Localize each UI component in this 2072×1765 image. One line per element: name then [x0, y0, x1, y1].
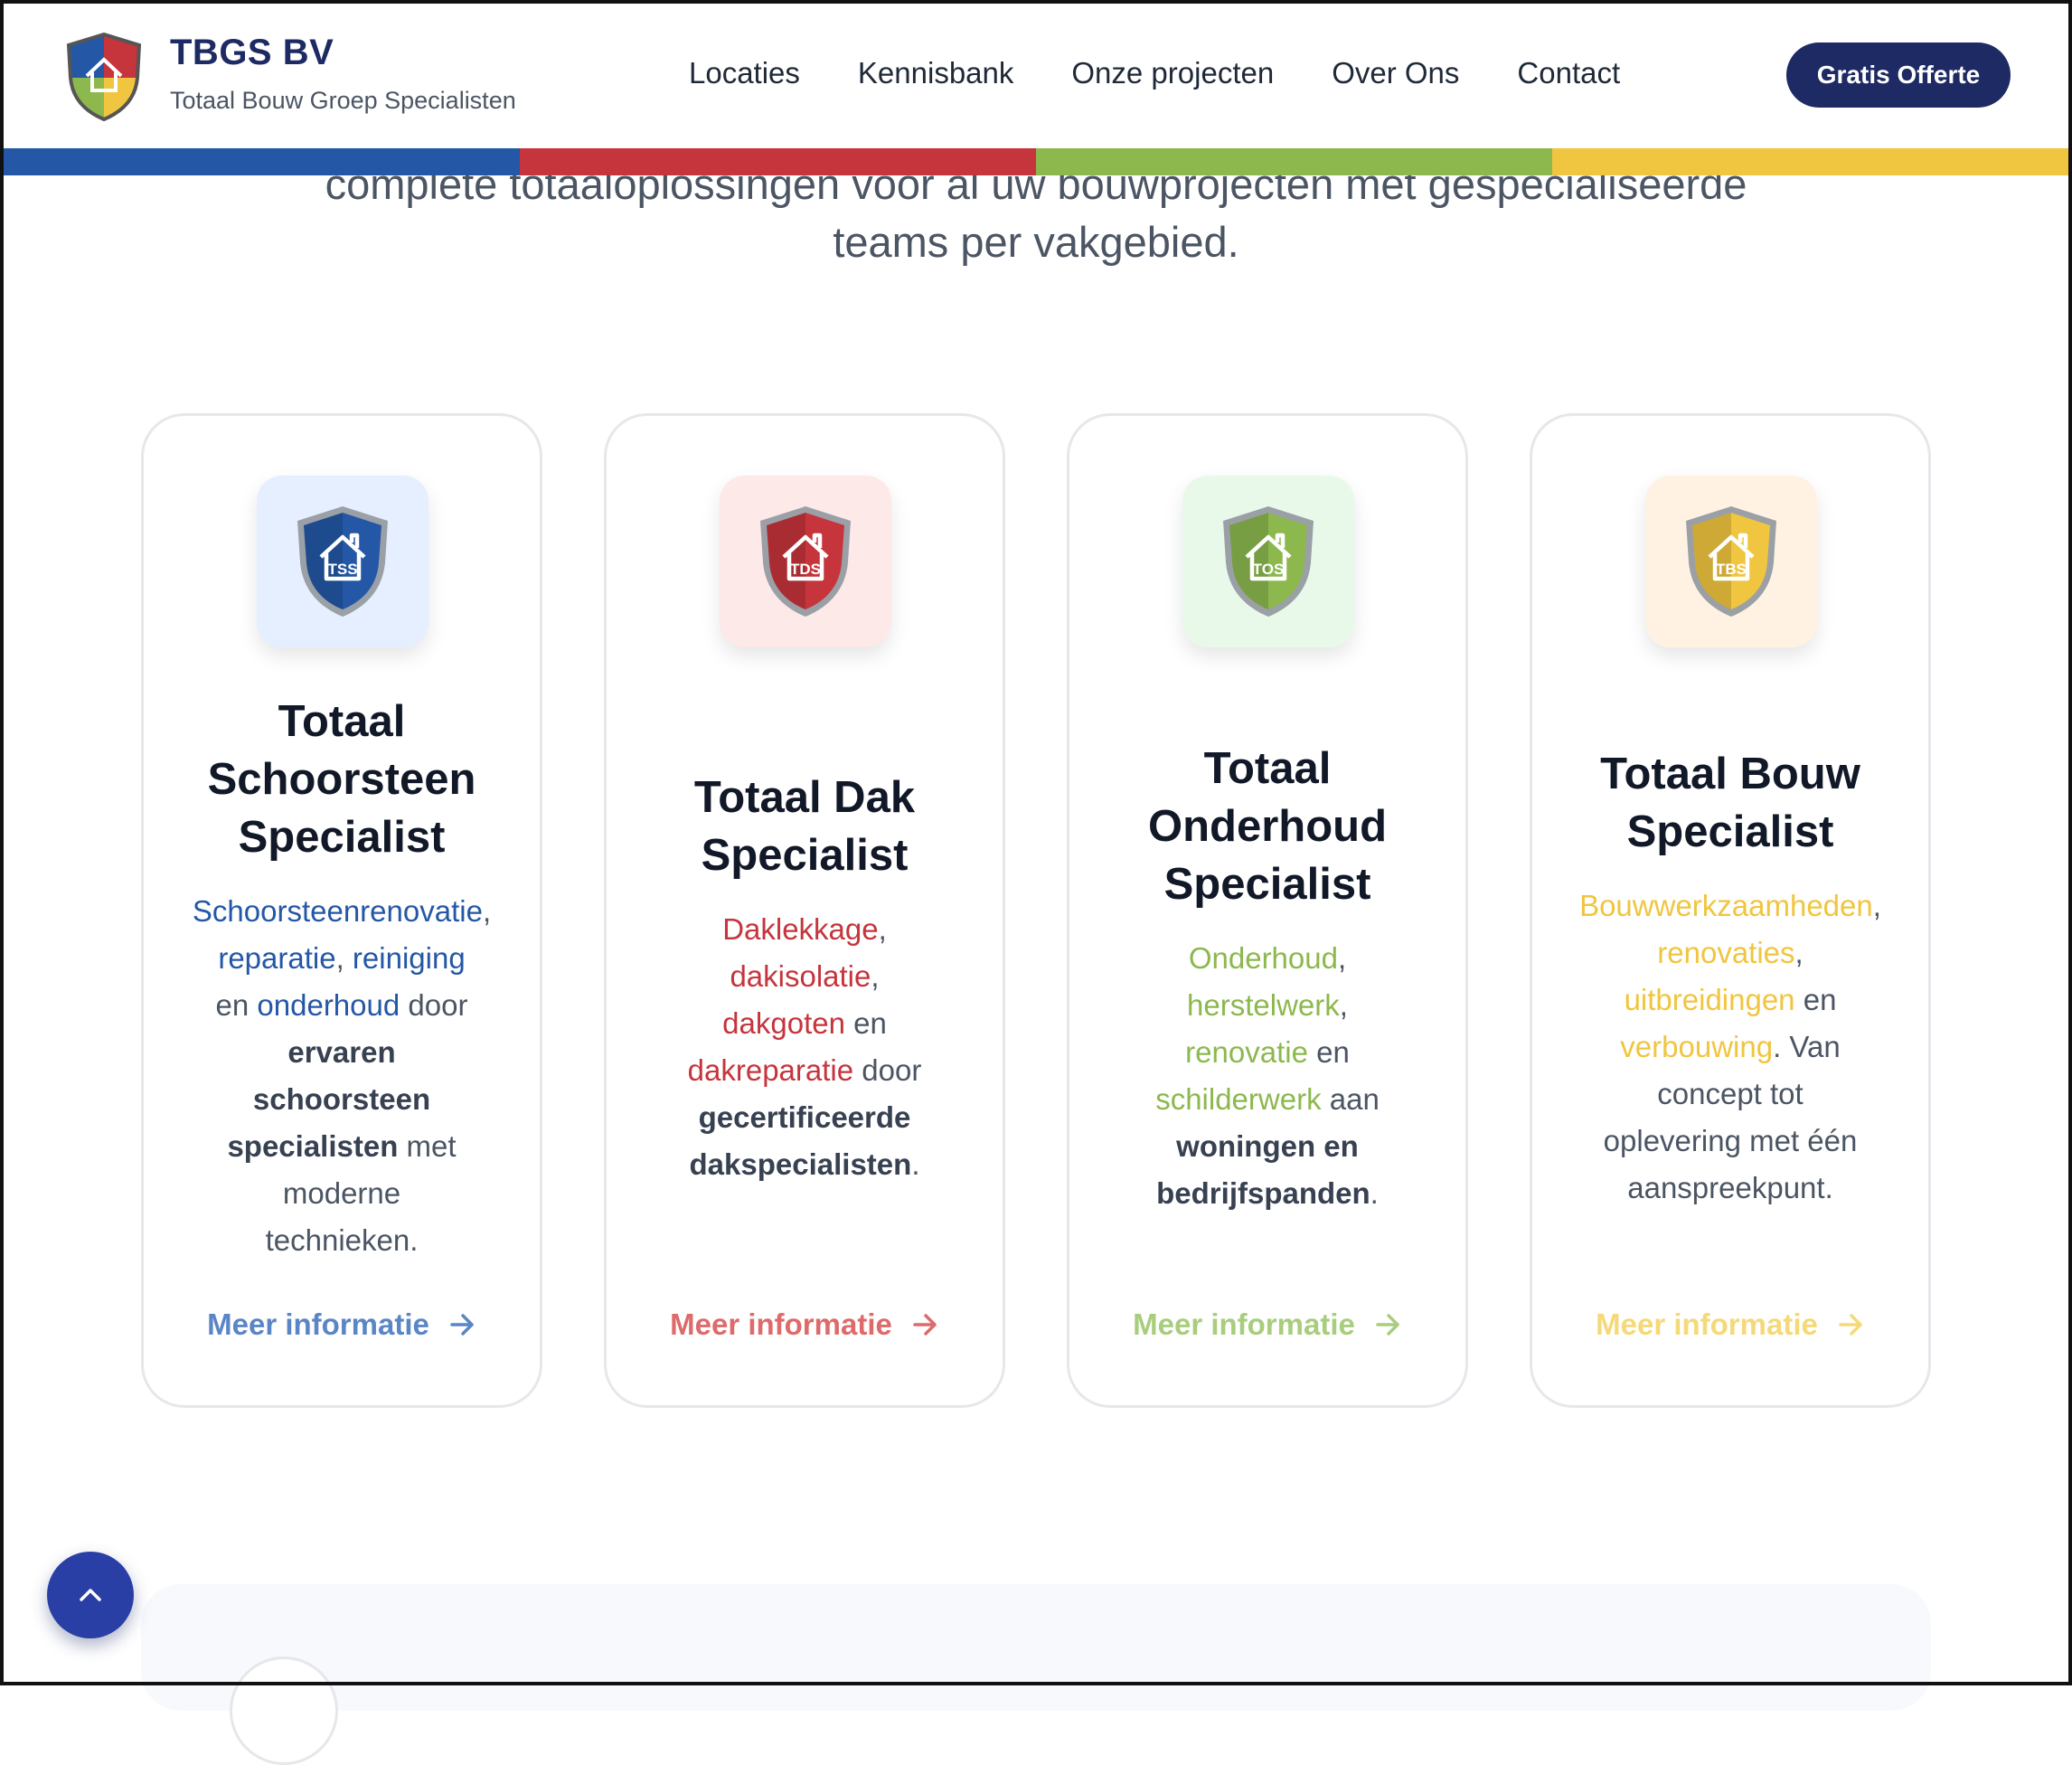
highlighted-term: renovatie	[1185, 1035, 1308, 1069]
tss-shield-icon: TSS	[297, 506, 388, 617]
tbgs-logo-icon[interactable]	[65, 33, 143, 121]
highlighted-term: reparatie	[218, 941, 336, 975]
next-section-panel	[141, 1584, 1931, 1711]
scroll-to-top-button[interactable]	[47, 1552, 134, 1638]
meer-informatie-link[interactable]: Meer informatie	[607, 1307, 1003, 1342]
nav-locaties[interactable]: Locaties	[689, 56, 800, 90]
chevron-up-icon	[80, 1589, 101, 1601]
tbs-shield-icon: TBS	[1686, 506, 1776, 617]
site-header: TBGS BV Totaal Bouw Groep Specialisten L…	[0, 0, 2072, 148]
intro-line-2: teams per vakgebied.	[833, 218, 1239, 266]
svg-text:TBS: TBS	[1716, 561, 1747, 578]
nav-contact[interactable]: Contact	[1517, 56, 1620, 90]
tbs-icon-box: TBS	[1645, 476, 1817, 647]
stripe-green	[1036, 148, 1552, 175]
main-nav: Locaties Kennisbank Onze projecten Over …	[689, 56, 1678, 90]
card-description: Schoorsteenrenovatie, reparatie, reinigi…	[192, 894, 492, 1257]
highlighted-term: Schoorsteenrenovatie	[192, 894, 483, 928]
highlighted-term: schilderwerk	[1155, 1082, 1322, 1116]
card-description: Onderhoud, herstelwerk, renovatie en schild…	[1155, 941, 1380, 1210]
stripe-yellow	[1552, 148, 2068, 175]
color-stripe	[4, 148, 2068, 175]
specialist-card[interactable]: TBS Totaal Bouw Specialist Bouwwerkzaamhe…	[1530, 413, 1931, 1408]
arrow-right-icon	[913, 1314, 937, 1336]
meer-informatie-link[interactable]: Meer informatie	[1069, 1307, 1465, 1342]
tds-icon-box: TDS	[720, 476, 891, 647]
highlighted-term: Onderhoud	[1188, 941, 1338, 975]
arrow-right-icon	[1376, 1314, 1399, 1336]
nav-kennisbank[interactable]: Kennisbank	[858, 56, 1013, 90]
highlighted-term: herstelwerk	[1187, 988, 1340, 1022]
nav-over-ons[interactable]: Over Ons	[1332, 56, 1459, 90]
meer-informatie-label: Meer informatie	[207, 1307, 429, 1341]
svg-text:TDS: TDS	[790, 561, 821, 578]
brand-name[interactable]: TBGS BV	[170, 33, 334, 73]
stripe-red	[520, 148, 1036, 175]
tds-shield-icon: TDS	[760, 506, 851, 617]
specialist-card[interactable]: TOS Totaal Onderhoud Specialist Onderhoud,…	[1067, 413, 1468, 1408]
meer-informatie-label: Meer informatie	[1596, 1307, 1818, 1341]
svg-text:TSS: TSS	[327, 561, 357, 578]
specialist-card[interactable]: TSS Totaal Schoorsteen Specialist Schoorst…	[141, 413, 542, 1408]
highlighted-term: Bouwwerkzaamheden	[1579, 889, 1873, 922]
meer-informatie-link[interactable]: Meer informatie	[144, 1307, 540, 1342]
tss-icon-box: TSS	[257, 476, 429, 647]
highlighted-term: Daklekkage	[722, 912, 879, 946]
highlighted-term: onderhoud	[257, 988, 400, 1022]
specialist-card[interactable]: TDS Totaal Dak Specialist Daklekkage, daki…	[604, 413, 1005, 1408]
tos-shield-icon: TOS	[1223, 506, 1314, 617]
card-description: Bouwwerkzaamheden, renovaties, uitbreiding…	[1579, 889, 1881, 1204]
card-description: Daklekkage, dakisolatie, dakgoten en dakrep…	[687, 912, 922, 1181]
highlighted-term: dakgoten	[722, 1006, 845, 1040]
tos-icon-box: TOS	[1182, 476, 1354, 647]
meer-informatie-link[interactable]: Meer informatie	[1532, 1307, 1928, 1342]
next-section-icon	[230, 1656, 338, 1765]
card-title: Totaal Dak Specialist	[693, 773, 916, 880]
card-title: Totaal Bouw Specialist	[1600, 750, 1860, 856]
brand-subtitle: Totaal Bouw Groep Specialisten	[170, 87, 516, 114]
svg-text:TOS: TOS	[1253, 561, 1285, 578]
highlighted-term: uitbreidingen	[1624, 983, 1795, 1016]
meer-informatie-label: Meer informatie	[670, 1307, 892, 1341]
gratis-offerte-button[interactable]: Gratis Offerte	[1786, 42, 2011, 108]
meer-informatie-label: Meer informatie	[1133, 1307, 1355, 1341]
highlighted-term: dakisolatie	[730, 959, 871, 993]
highlighted-term: verbouwing	[1620, 1030, 1774, 1063]
highlighted-term: renovaties	[1657, 936, 1795, 969]
card-title: Totaal Schoorsteen Specialist	[207, 697, 476, 862]
stripe-blue	[4, 148, 520, 175]
nav-onze-projecten[interactable]: Onze projecten	[1071, 56, 1274, 90]
arrow-right-icon	[450, 1314, 474, 1336]
highlighted-term: reiniging	[352, 941, 466, 975]
card-title: Totaal Onderhoud Specialist	[1147, 744, 1388, 909]
arrow-right-icon	[1839, 1314, 1862, 1336]
highlighted-term: dakreparatie	[687, 1053, 854, 1087]
